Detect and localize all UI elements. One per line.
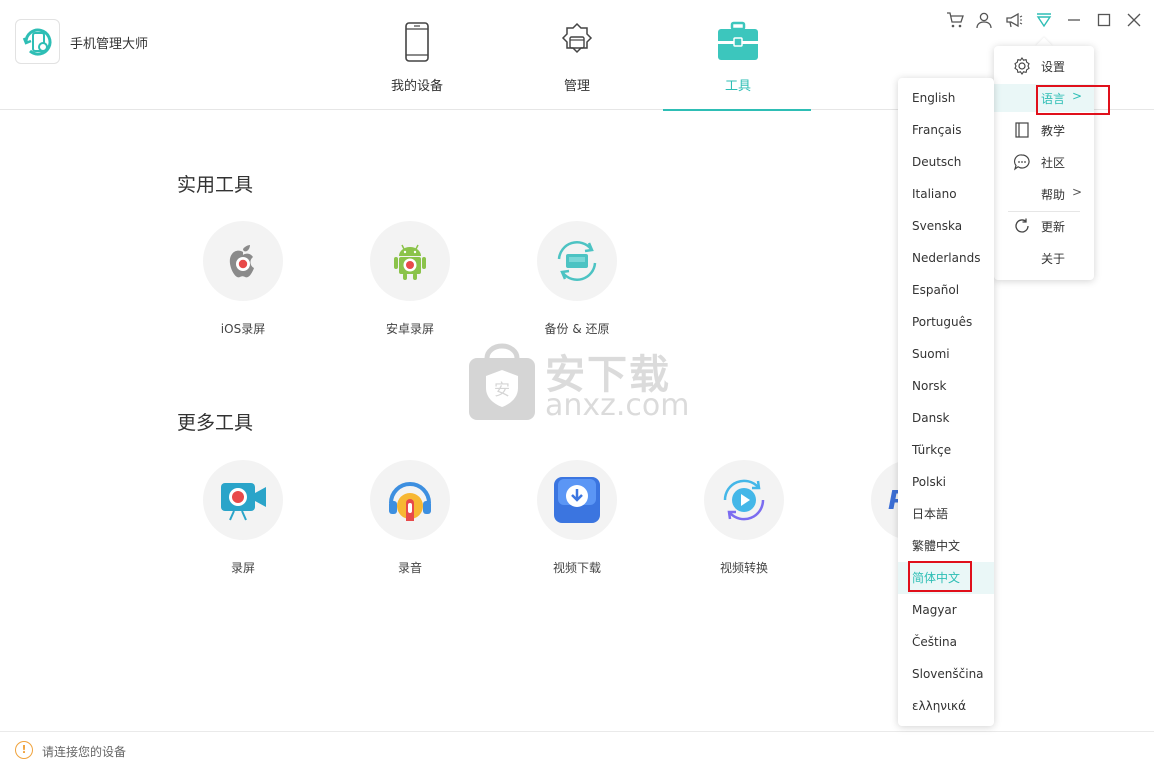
language-option[interactable]: Italiano — [898, 178, 994, 210]
tab-manage[interactable]: 管理 — [502, 0, 652, 110]
tool-screen-record[interactable]: 录屏 — [178, 460, 308, 576]
video-download-icon — [537, 460, 617, 540]
tab-my-device[interactable]: 我的设备 — [342, 0, 492, 110]
android-record-icon — [370, 221, 450, 301]
tool-video-convert[interactable]: 视频转换 — [679, 460, 809, 576]
app-window: 手机管理大师 我的设备 管理 工具 实用工具 iOS录屏 安卓录屏 备份 & 还… — [0, 0, 1154, 768]
minimize-icon[interactable] — [1064, 10, 1084, 30]
language-option[interactable]: Slovenščina — [898, 658, 994, 690]
settings-dropdown-menu: 设置 语言 > 教学 社区 帮助 > 更新 关于 — [994, 46, 1094, 280]
phone-icon — [395, 20, 439, 64]
menu-item-label: 更新 — [1041, 220, 1066, 234]
status-text: 请连接您的设备 — [42, 745, 127, 759]
menu-item-help[interactable]: 帮助 > — [994, 180, 1094, 208]
language-option[interactable]: Türkçe — [898, 434, 994, 466]
tool-label: 录音 — [397, 561, 422, 575]
user-icon[interactable] — [974, 10, 994, 30]
tool-audio-record[interactable]: 录音 — [345, 460, 475, 576]
tool-label: 录屏 — [230, 561, 255, 575]
language-option[interactable]: Nederlands — [898, 242, 994, 274]
language-option[interactable]: Magyar — [898, 594, 994, 626]
tool-label: 安卓录屏 — [385, 322, 434, 336]
language-option[interactable]: 繁體中文 — [898, 530, 994, 562]
tool-backup-restore[interactable]: 备份 & 还原 — [512, 221, 642, 337]
maximize-icon[interactable] — [1094, 10, 1114, 30]
section-title-more: 更多工具 — [177, 412, 254, 434]
menu-item-label: 关于 — [1041, 252, 1066, 266]
menu-item-tutorial[interactable]: 教学 — [994, 116, 1094, 144]
menu-item-label: 教学 — [1041, 124, 1066, 138]
tab-label: 工具 — [724, 79, 751, 94]
tab-label: 管理 — [563, 79, 590, 94]
tab-tools[interactable]: 工具 — [663, 0, 813, 111]
close-icon[interactable] — [1124, 10, 1144, 30]
language-option[interactable]: 日本語 — [898, 498, 994, 530]
app-title: 手机管理大师 — [70, 37, 149, 52]
language-option[interactable]: Deutsch — [898, 146, 994, 178]
watermark-url: anxz.com — [545, 388, 690, 423]
language-option[interactable]: Dansk — [898, 402, 994, 434]
screen-record-icon — [203, 460, 283, 540]
language-option[interactable]: Português — [898, 306, 994, 338]
apple-record-icon — [203, 221, 283, 301]
section-title-practical: 实用工具 — [177, 174, 254, 196]
megaphone-icon[interactable] — [1004, 10, 1024, 30]
language-option[interactable]: ελληνικά — [898, 690, 994, 722]
language-option[interactable]: English — [898, 82, 994, 114]
menu-item-label: 社区 — [1041, 156, 1066, 170]
app-logo-icon — [15, 19, 60, 64]
tab-label: 我的设备 — [390, 79, 443, 94]
settings-icon — [1013, 57, 1031, 75]
toolbox-icon — [716, 20, 760, 64]
tool-label: iOS录屏 — [220, 322, 266, 336]
active-tab-underline — [663, 109, 811, 111]
menu-item-label: 设置 — [1041, 60, 1066, 74]
tool-label: 视频转换 — [719, 561, 768, 575]
language-submenu: English Français Deutsch Italiano Svensk… — [898, 78, 994, 726]
audio-record-icon — [370, 460, 450, 540]
chevron-right-icon: > — [1072, 185, 1083, 199]
language-option[interactable]: Čeština — [898, 626, 994, 658]
book-icon — [1013, 121, 1031, 139]
language-option[interactable]: Norsk — [898, 370, 994, 402]
chat-icon — [1013, 153, 1031, 171]
refresh-icon — [1013, 217, 1031, 235]
shield-bag-icon: 安 — [469, 343, 535, 420]
menu-item-community[interactable]: 社区 — [994, 148, 1094, 176]
language-option[interactable]: Español — [898, 274, 994, 306]
language-option[interactable]: Polski — [898, 466, 994, 498]
menu-item-update[interactable]: 更新 — [994, 212, 1094, 240]
manage-gear-icon — [555, 20, 599, 64]
menu-item-settings[interactable]: 设置 — [994, 52, 1094, 80]
watermark: 安 安下载 anxz.com — [467, 340, 690, 425]
annotation-highlight-simplified-chinese — [908, 561, 972, 592]
tool-ios-record[interactable]: iOS录屏 — [178, 221, 308, 337]
status-bar: ! 请连接您的设备 — [0, 731, 1154, 768]
menu-triangle-icon[interactable] — [1034, 10, 1054, 30]
language-option[interactable]: Svenska — [898, 210, 994, 242]
tool-label: 视频下载 — [552, 561, 601, 575]
tool-android-record[interactable]: 安卓录屏 — [345, 221, 475, 337]
tool-label: 备份 & 还原 — [544, 322, 610, 336]
backup-restore-icon — [537, 221, 617, 301]
svg-text:安: 安 — [494, 380, 510, 399]
tool-video-download[interactable]: 视频下载 — [512, 460, 642, 576]
warning-icon: ! — [15, 741, 33, 759]
language-option[interactable]: Suomi — [898, 338, 994, 370]
annotation-highlight-language — [1036, 85, 1110, 115]
menu-item-label: 帮助 — [1041, 188, 1066, 202]
menu-item-about[interactable]: 关于 — [994, 244, 1094, 272]
cart-icon[interactable] — [945, 10, 965, 30]
video-convert-icon — [704, 460, 784, 540]
language-option[interactable]: Français — [898, 114, 994, 146]
